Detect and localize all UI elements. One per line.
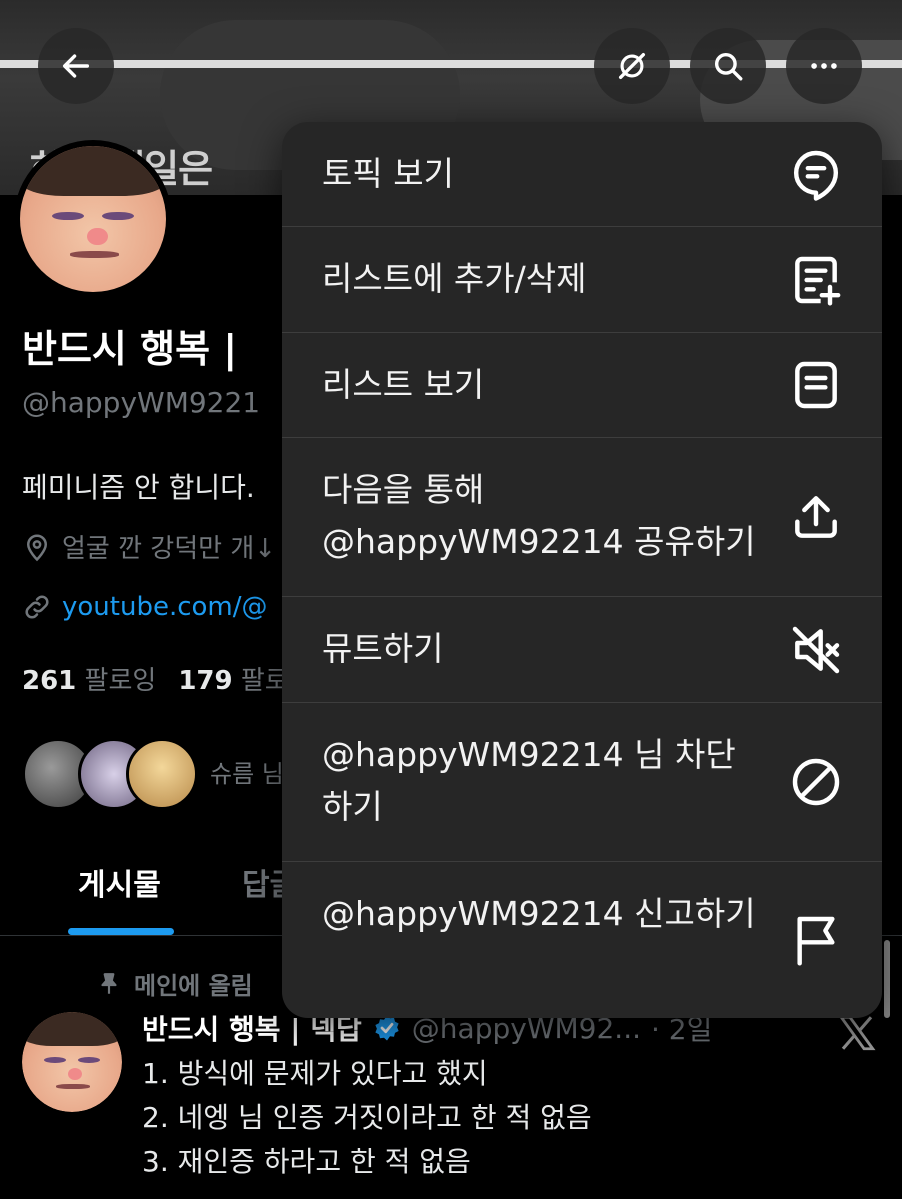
list-add-icon bbox=[788, 252, 844, 308]
menu-item-add-remove-list[interactable]: 리스트에 추가/삭제 bbox=[282, 227, 882, 333]
back-button[interactable] bbox=[38, 28, 114, 104]
pin-icon bbox=[101, 972, 117, 994]
banner-stripe bbox=[0, 60, 902, 68]
flag-icon bbox=[788, 912, 844, 968]
pinned-indicator: 메인에 올림 bbox=[96, 966, 253, 1001]
menu-item-report[interactable]: @happyWM92214 신고하기 bbox=[282, 862, 882, 1018]
profile-location: 얼굴 깐 강덕만 개↓ bbox=[22, 528, 276, 565]
back-arrow-icon bbox=[62, 54, 90, 78]
follow-stats: 261 팔로잉 179 팔로 bbox=[22, 660, 289, 697]
profile-more-menu: 토픽 보기 리스트에 추가/삭제 리스트 보기 다음을 통해 @happyWM9… bbox=[282, 122, 882, 1018]
location-pin-icon bbox=[26, 534, 48, 561]
avatar-image bbox=[20, 146, 166, 292]
followers-stat[interactable]: 179 팔로 bbox=[178, 666, 288, 696]
menu-item-label: 리스트 보기 bbox=[322, 365, 485, 404]
link-text[interactable]: youtube.com/@ bbox=[62, 592, 268, 622]
scrollbar[interactable] bbox=[884, 940, 890, 1018]
grok-button[interactable] bbox=[594, 28, 670, 104]
profile-link[interactable]: youtube.com/@ bbox=[22, 592, 268, 622]
menu-item-label: 토픽 보기 bbox=[322, 154, 454, 193]
link-icon bbox=[25, 595, 49, 619]
more-button[interactable] bbox=[786, 28, 862, 104]
topic-icon bbox=[788, 146, 844, 202]
search-icon bbox=[714, 52, 743, 81]
tab-posts[interactable]: 게시물 bbox=[78, 860, 161, 904]
profile-avatar[interactable] bbox=[14, 140, 172, 298]
profile-handle: @happyWM9221 bbox=[22, 386, 261, 419]
post-text-line: 1. 방식에 문제가 있다고 했지 bbox=[142, 1057, 488, 1090]
profile-bio: 페미니즘 안 합니다. bbox=[22, 471, 255, 504]
menu-item-label: 다음을 통해 @happyWM92214 공유하기 bbox=[322, 470, 756, 561]
menu-item-view-lists[interactable]: 리스트 보기 bbox=[282, 333, 882, 438]
mute-icon bbox=[788, 622, 844, 678]
menu-item-view-topics[interactable]: 토픽 보기 bbox=[282, 122, 882, 227]
block-icon bbox=[788, 754, 844, 810]
menu-item-share-via[interactable]: 다음을 통해 @happyWM92214 공유하기 bbox=[282, 438, 882, 597]
list-icon bbox=[788, 357, 844, 413]
post-text-line: 2. 네엥 님 인증 거짓이라고 한 적 없음 bbox=[142, 1101, 592, 1134]
post-text-line: 3. 재인증 하라고 한 적 없음 bbox=[142, 1145, 471, 1178]
menu-item-label: @happyWM92214 님 차단하기 bbox=[322, 735, 736, 826]
followed-by-text: 슈름 님 bbox=[210, 760, 284, 788]
grok-icon bbox=[618, 52, 646, 80]
pinned-label: 메인에 올림 bbox=[134, 972, 253, 1000]
menu-item-mute[interactable]: 뮤트하기 bbox=[282, 597, 882, 703]
more-icon bbox=[811, 63, 837, 69]
menu-item-block[interactable]: @happyWM92214 님 차단하기 bbox=[282, 703, 882, 862]
menu-item-label: 뮤트하기 bbox=[322, 629, 444, 668]
follower-avatar bbox=[126, 738, 198, 810]
x-logo-icon bbox=[838, 1015, 876, 1051]
menu-item-label: 리스트에 추가/삭제 bbox=[322, 259, 587, 298]
post-author-avatar[interactable] bbox=[22, 1012, 122, 1112]
location-text: 얼굴 깐 강덕만 개↓ bbox=[62, 534, 277, 564]
following-stat[interactable]: 261 팔로잉 bbox=[22, 666, 156, 696]
active-tab-indicator bbox=[68, 928, 174, 935]
followed-by-avatars[interactable] bbox=[22, 738, 198, 814]
share-icon bbox=[788, 489, 844, 545]
profile-name: 반드시 행복 | bbox=[22, 327, 238, 371]
avatar-image bbox=[22, 1012, 122, 1112]
search-button[interactable] bbox=[690, 28, 766, 104]
menu-item-label: @happyWM92214 신고하기 bbox=[322, 894, 756, 933]
